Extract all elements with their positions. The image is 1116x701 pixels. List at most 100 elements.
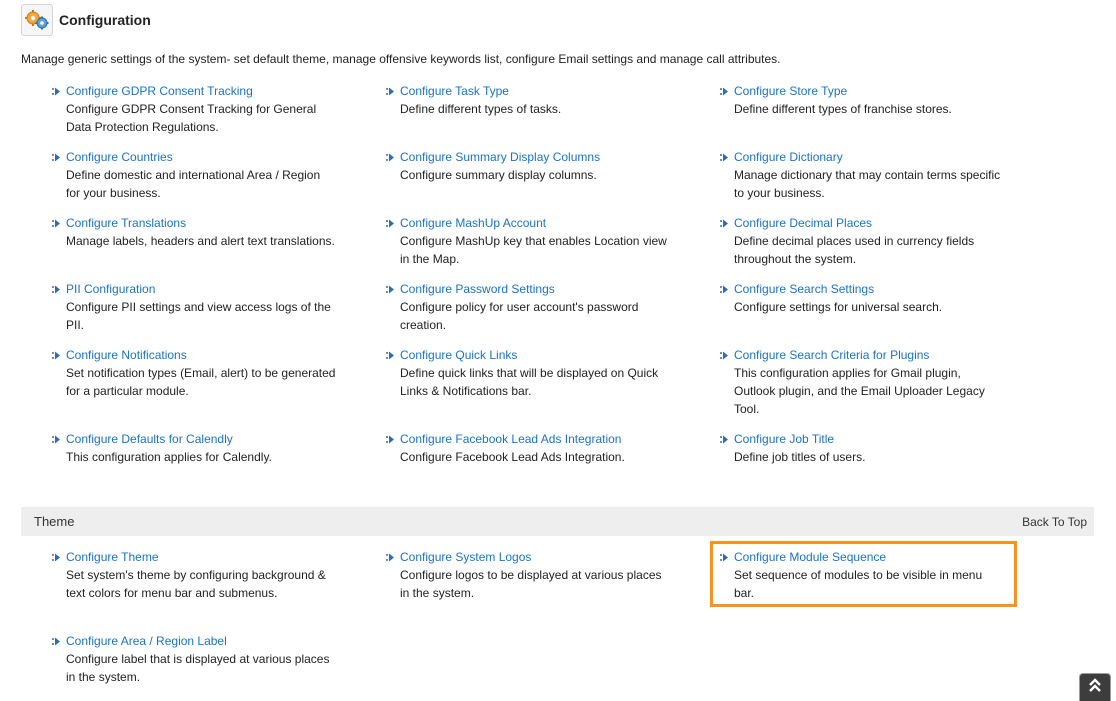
config-description: Configure PII settings and view access l… [66, 300, 331, 332]
config-link-mashup-account[interactable]: Configure MashUp Account [400, 214, 670, 232]
config-item-translations: Configure Translations Manage labels, hea… [52, 214, 386, 280]
config-link-store-type[interactable]: Configure Store Type [734, 82, 1004, 100]
scroll-to-top-button[interactable] [1079, 673, 1111, 701]
config-description: This configuration applies for Calendly. [66, 450, 272, 464]
config-description: Set system's theme by configuring backgr… [66, 568, 326, 600]
config-description: Set sequence of modules to be visible in… [734, 568, 983, 600]
config-item-facebook-lead-ads: Configure Facebook Lead Ads Integration C… [386, 430, 720, 496]
config-item-theme: Configure Theme Set system's theme by con… [52, 548, 386, 632]
config-link-password-settings[interactable]: Configure Password Settings [400, 280, 670, 298]
config-item-body: Configure Task Type Define different type… [400, 82, 670, 118]
config-item-quick-links: Configure Quick Links Define quick links … [386, 346, 720, 430]
bullet-arrow-icon [52, 351, 60, 360]
config-description: Configure summary display columns. [400, 168, 597, 182]
bullet-arrow-icon [386, 219, 394, 228]
config-link-pii[interactable]: PII Configuration [66, 280, 336, 298]
theme-items-grid: Configure Theme Set system's theme by con… [52, 548, 1062, 698]
config-description: Define decimal places used in currency f… [734, 234, 975, 266]
bullet-arrow-icon [52, 87, 60, 96]
config-item-gdpr: Configure GDPR Consent Tracking Configure… [52, 82, 386, 148]
config-item-store-type: Configure Store Type Define different typ… [720, 82, 1054, 148]
config-item-decimal-places: Configure Decimal Places Define decimal p… [720, 214, 1054, 280]
config-description: Configure MashUp key that enables Locati… [400, 234, 667, 266]
config-item-search-criteria-plugins: Configure Search Criteria for Plugins Thi… [720, 346, 1054, 430]
bullet-arrow-icon [52, 553, 60, 562]
config-description: Configure GDPR Consent Tracking for Gene… [66, 102, 317, 134]
back-to-top-link[interactable]: Back To Top [1022, 515, 1087, 529]
config-item-body: Configure Dictionary Manage dictionary th… [734, 148, 1004, 202]
bullet-arrow-icon [386, 285, 394, 294]
config-link-job-title[interactable]: Configure Job Title [734, 430, 1004, 448]
config-link-facebook-lead-ads[interactable]: Configure Facebook Lead Ads Integration [400, 430, 670, 448]
bullet-arrow-icon [386, 351, 394, 360]
bullet-arrow-icon [52, 153, 60, 162]
config-item-body: Configure Translations Manage labels, hea… [66, 214, 336, 250]
config-link-dictionary[interactable]: Configure Dictionary [734, 148, 1004, 166]
config-item-body: Configure Theme Set system's theme by con… [66, 548, 336, 602]
bullet-arrow-icon [52, 637, 60, 646]
config-link-decimal-places[interactable]: Configure Decimal Places [734, 214, 1004, 232]
config-item-body: Configure System Logos Configure logos to… [400, 548, 670, 602]
config-item-body: PII Configuration Configure PII settings … [66, 280, 336, 334]
config-link-quick-links[interactable]: Configure Quick Links [400, 346, 670, 364]
config-link-area-region-label[interactable]: Configure Area / Region Label [66, 632, 336, 650]
configuration-page: Configuration Manage generic settings of… [0, 0, 1116, 701]
config-item-body: Configure Summary Display Columns Configu… [400, 148, 670, 184]
bullet-arrow-icon [386, 153, 394, 162]
config-description: Define domestic and international Area /… [66, 168, 321, 200]
config-item-pii: PII Configuration Configure PII settings … [52, 280, 386, 346]
config-item-body: Configure Module Sequence Set sequence of… [734, 548, 1004, 602]
config-item-notifications: Configure Notifications Set notification … [52, 346, 386, 430]
config-link-system-logos[interactable]: Configure System Logos [400, 548, 670, 566]
config-item-countries: Configure Countries Define domestic and i… [52, 148, 386, 214]
config-item-password-settings: Configure Password Settings Configure pol… [386, 280, 720, 346]
config-item-body: Configure MashUp Account Configure MashUp… [400, 214, 670, 268]
config-link-notifications[interactable]: Configure Notifications [66, 346, 336, 364]
config-item-dictionary: Configure Dictionary Manage dictionary th… [720, 148, 1054, 214]
config-description: Manage labels, headers and alert text tr… [66, 234, 335, 248]
config-description: Set notification types (Email, alert) to… [66, 366, 336, 398]
config-description: Manage dictionary that may contain terms… [734, 168, 1001, 200]
bullet-arrow-icon [720, 435, 728, 444]
config-item-job-title: Configure Job Title Define job titles of … [720, 430, 1054, 496]
config-link-summary-display-columns[interactable]: Configure Summary Display Columns [400, 148, 670, 166]
config-link-gdpr[interactable]: Configure GDPR Consent Tracking [66, 82, 336, 100]
config-item-body: Configure Area / Region Label Configure l… [66, 632, 336, 686]
config-item-body: Configure Store Type Define different typ… [734, 82, 1004, 118]
config-item-calendly: Configure Defaults for Calendly This conf… [52, 430, 386, 496]
config-link-module-sequence[interactable]: Configure Module Sequence [734, 548, 1004, 566]
config-item-body: Configure Job Title Define job titles of … [734, 430, 1004, 466]
config-description: Define quick links that will be displaye… [400, 366, 659, 398]
config-description: Configure label that is displayed at var… [66, 652, 330, 684]
gears-icon [21, 4, 53, 36]
config-item-area-region-label: Configure Area / Region Label Configure l… [52, 632, 386, 698]
config-item-search-settings: Configure Search Settings Configure setti… [720, 280, 1054, 346]
config-description: Configure settings for universal search. [734, 300, 943, 314]
config-item-system-logos: Configure System Logos Configure logos to… [386, 548, 720, 632]
section-title: Theme [34, 514, 75, 529]
config-link-countries[interactable]: Configure Countries [66, 148, 336, 166]
config-description: Configure logos to be displayed at vario… [400, 568, 662, 600]
page-header: Configuration [21, 3, 151, 37]
config-link-theme[interactable]: Configure Theme [66, 548, 336, 566]
page-title: Configuration [59, 12, 151, 28]
page-description: Manage generic settings of the system- s… [21, 52, 781, 66]
config-description: Define job titles of users. [734, 450, 866, 464]
config-description: This configuration applies for Gmail plu… [734, 366, 985, 416]
bullet-arrow-icon [720, 219, 728, 228]
double-chevron-up-icon [1088, 677, 1102, 698]
bullet-arrow-icon [52, 285, 60, 294]
config-link-task-type[interactable]: Configure Task Type [400, 82, 670, 100]
config-link-search-criteria-plugins[interactable]: Configure Search Criteria for Plugins [734, 346, 1004, 364]
config-link-search-settings[interactable]: Configure Search Settings [734, 280, 1004, 298]
config-item-body: Configure Notifications Set notification … [66, 346, 336, 400]
config-link-calendly[interactable]: Configure Defaults for Calendly [66, 430, 336, 448]
config-item-body: Configure GDPR Consent Tracking Configure… [66, 82, 336, 136]
bullet-arrow-icon [720, 351, 728, 360]
config-link-translations[interactable]: Configure Translations [66, 214, 336, 232]
bullet-arrow-icon [720, 87, 728, 96]
config-description: Configure Facebook Lead Ads Integration. [400, 450, 625, 464]
theme-section-header: Theme Back To Top [21, 507, 1094, 536]
bullet-arrow-icon [386, 435, 394, 444]
config-item-body: Configure Decimal Places Define decimal p… [734, 214, 1004, 268]
